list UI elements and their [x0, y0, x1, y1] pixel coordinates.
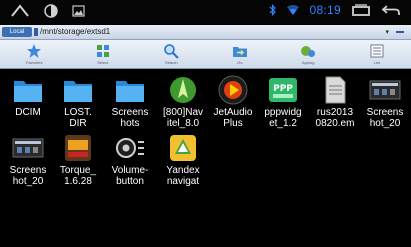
- file-item-navitel[interactable]: [800]Nav itel_8.0: [158, 72, 208, 129]
- toolbar-item-label: Search: [164, 60, 178, 65]
- file-item-torque[interactable]: Torque_ 1.6.28: [53, 130, 103, 187]
- file-item-label: LOST. DIR: [64, 107, 92, 129]
- toolbar-search-button[interactable]: Search: [137, 40, 206, 68]
- select-icon: [96, 45, 109, 57]
- folder-icon: [116, 81, 144, 102]
- file-item-screenshot-1[interactable]: Screens hot_20: [360, 72, 410, 129]
- file-item-label: Torque_ 1.6.28: [59, 165, 97, 187]
- location-chip[interactable]: Local: [2, 27, 32, 37]
- volume-button-app-icon: [116, 138, 144, 158]
- back-icon[interactable]: [381, 3, 401, 17]
- toolbar-select-button[interactable]: Select: [69, 40, 138, 68]
- file-item-label: [800]Nav itel_8.0: [162, 107, 204, 129]
- file-item-screenshot-2[interactable]: Screens hot_20: [3, 130, 53, 187]
- file-item-label: Volume- button: [111, 165, 149, 187]
- toolbar: Favorites Select Search Go Applog List: [0, 40, 411, 69]
- address-bar: Local /mnt/storage/extsd1 ▾: [0, 25, 411, 40]
- file-item-yandex-navigator[interactable]: Yandex navigat: [158, 130, 208, 187]
- bluetooth-icon: [270, 4, 277, 16]
- yandex-navigator-app-icon: [170, 135, 196, 161]
- screenshot-image-icon: [12, 138, 44, 158]
- path-dropdown-icon[interactable]: ▾: [385, 27, 389, 37]
- toolbar-favorites-button[interactable]: Favorites: [0, 40, 69, 68]
- path-marker-icon: [34, 28, 38, 36]
- file-item-label: Screens hot_20: [366, 107, 404, 129]
- ppp-widget-app-icon: PPP: [269, 78, 297, 102]
- home-icon[interactable]: [10, 4, 30, 18]
- file-item-screenshots-folder[interactable]: Screens hots: [105, 72, 155, 129]
- notification-icon: [44, 4, 58, 18]
- file-item-rus2013[interactable]: rus2013 0820.em: [310, 72, 360, 129]
- file-item-jetaudio[interactable]: JetAudio Plus: [208, 72, 258, 129]
- file-item-label: DCIM: [15, 107, 41, 118]
- navitel-app-icon: [170, 77, 196, 103]
- wifi-icon: [287, 4, 300, 15]
- toolbar-item-label: List: [373, 60, 380, 65]
- toolbar-item-label: Select: [97, 60, 109, 65]
- jetaudio-app-icon: [218, 75, 248, 105]
- file-item-pppwidget[interactable]: PPP pppwidg et_1.2: [258, 72, 308, 129]
- toolbar-applog-button[interactable]: Applog: [274, 40, 343, 68]
- file-item-label: pppwidg et_1.2: [264, 107, 302, 129]
- search-icon: [164, 44, 180, 59]
- toolbar-item-label: Favorites: [26, 60, 43, 65]
- minimize-icon[interactable]: [396, 31, 404, 33]
- toolbar-item-label: Go: [237, 60, 243, 65]
- screenshot-image-icon: [369, 80, 401, 100]
- document-file-icon: [325, 76, 346, 104]
- applog-icon: [301, 46, 316, 57]
- torque-app-icon: [65, 135, 91, 161]
- folder-go-icon: [232, 47, 247, 57]
- toolbar-list-button[interactable]: List: [343, 40, 411, 68]
- svg-text:PPP: PPP: [273, 84, 293, 94]
- file-item-lost-dir[interactable]: LOST. DIR: [53, 72, 103, 129]
- toolbar-go-button[interactable]: Go: [206, 40, 275, 68]
- file-item-dcim[interactable]: DCIM: [3, 72, 53, 128]
- file-item-label: rus2013 0820.em: [315, 107, 355, 129]
- folder-icon: [64, 81, 92, 102]
- status-bar: 08:19: [0, 0, 411, 24]
- clock-time: 08:19: [309, 3, 341, 17]
- folder-icon: [14, 81, 42, 102]
- image-icon: [72, 5, 85, 17]
- file-item-label: Screens hots: [111, 107, 149, 129]
- star-icon: [27, 44, 42, 58]
- file-item-label: Yandex navigat: [166, 165, 200, 187]
- file-item-volume-button[interactable]: Volume- button: [105, 130, 155, 187]
- toolbar-item-label: Applog: [302, 60, 315, 65]
- file-item-label: JetAudio Plus: [213, 107, 253, 129]
- path-text[interactable]: /mnt/storage/extsd1: [40, 26, 110, 38]
- list-icon: [370, 44, 384, 58]
- file-item-label: Screens hot_20: [9, 165, 47, 187]
- file-grid: DCIM LOST. DIR Screens hots [800]Nav ite…: [0, 70, 411, 247]
- recent-apps-icon[interactable]: [351, 3, 371, 17]
